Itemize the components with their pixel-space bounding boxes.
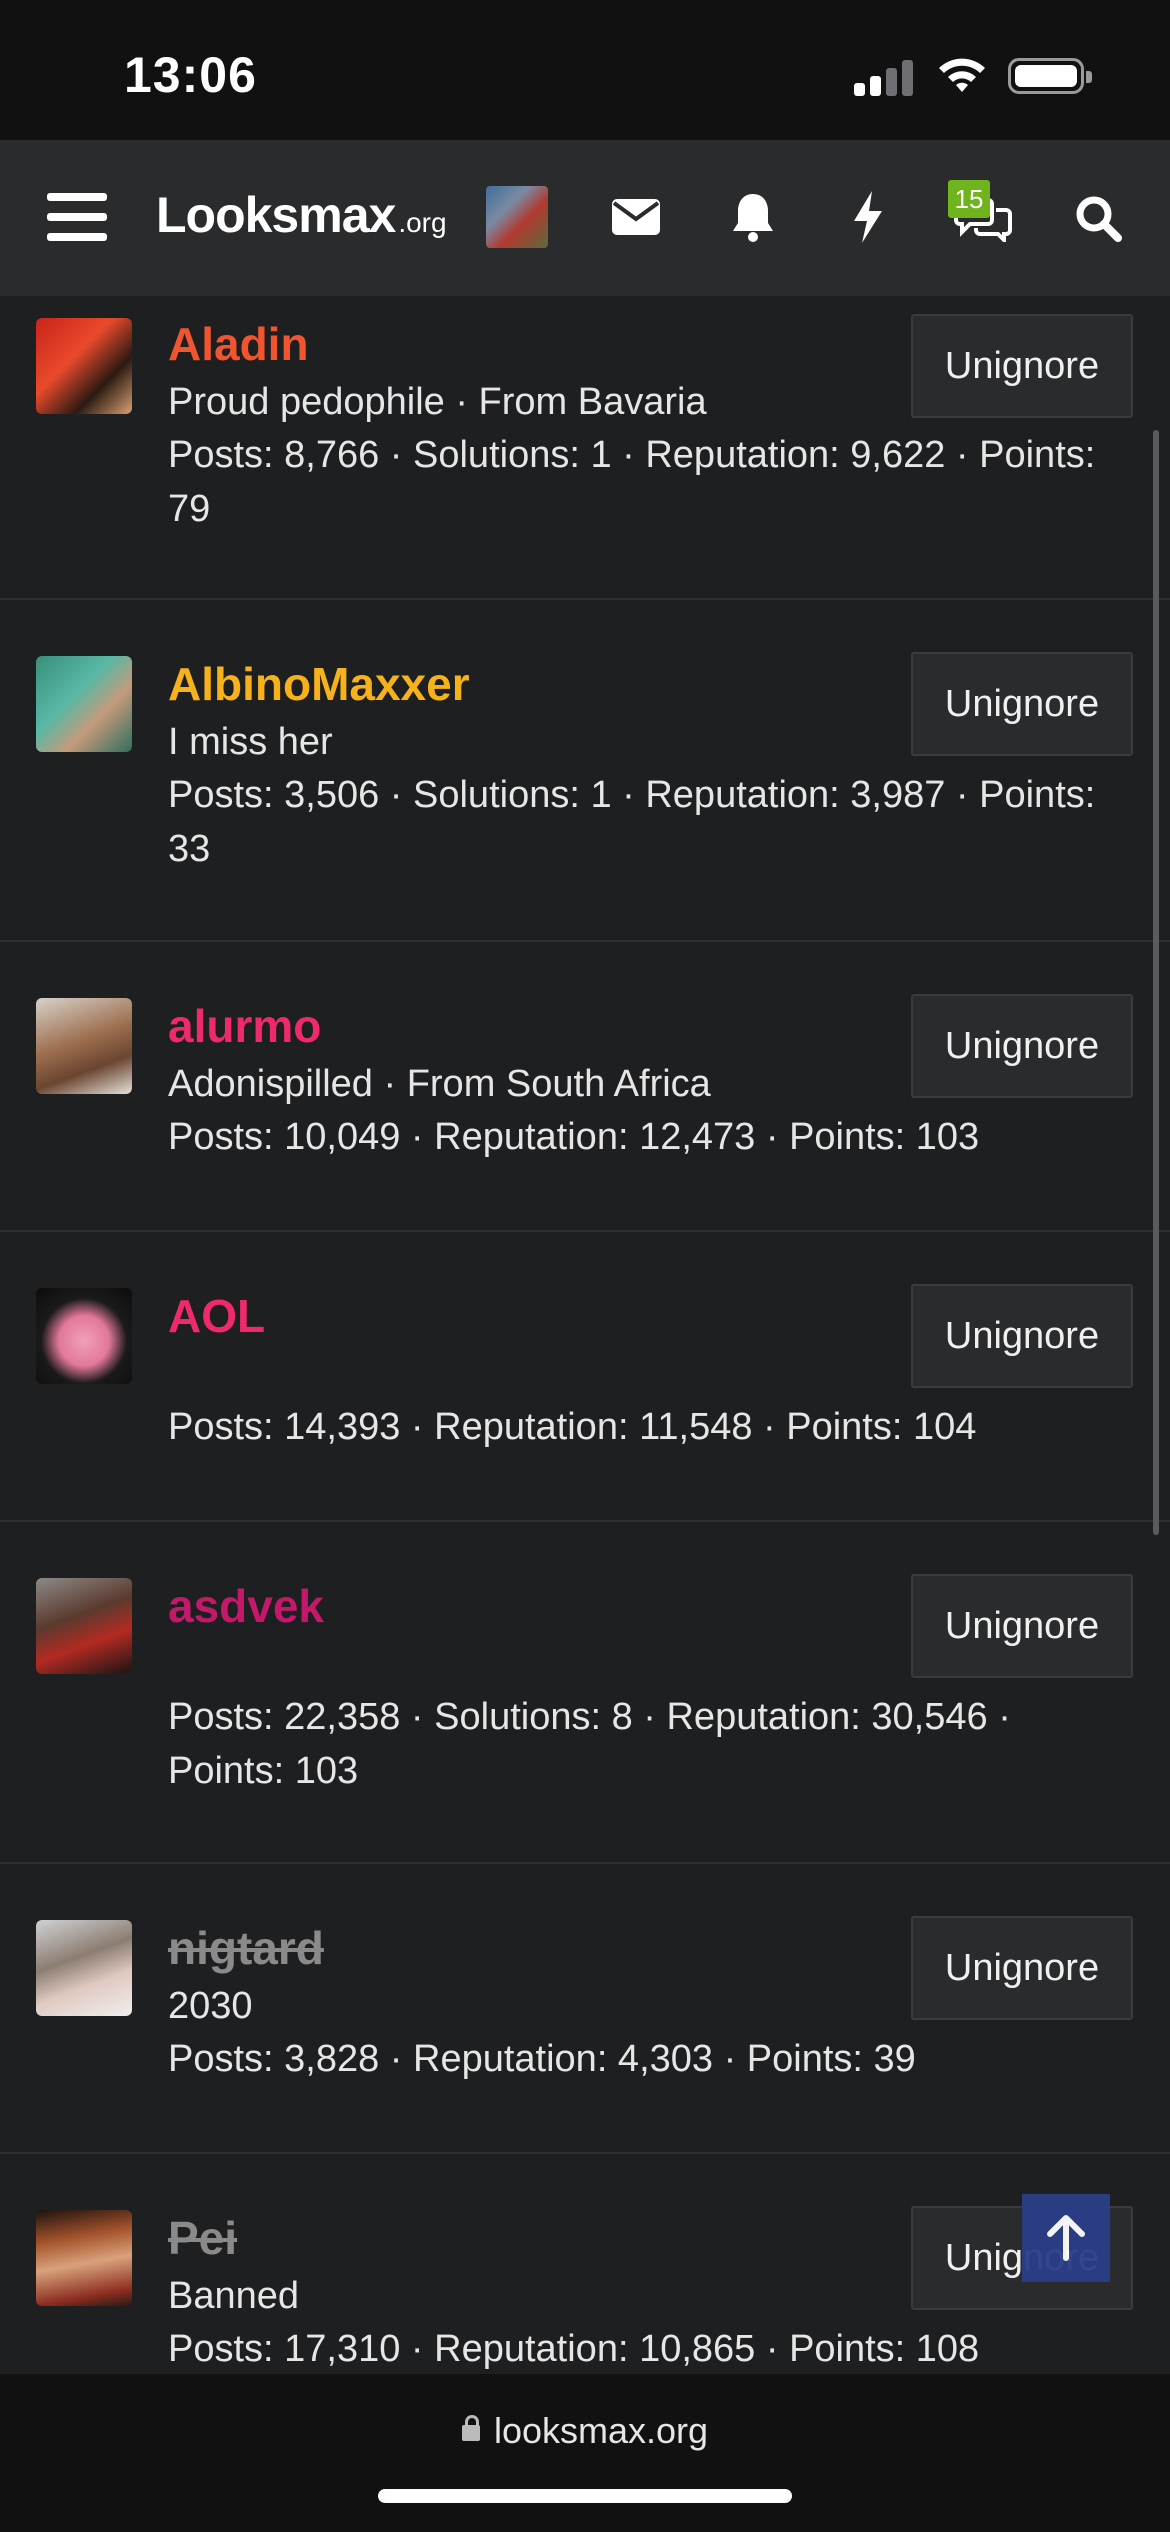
unignore-button[interactable]: Unignore [911,994,1133,1098]
unignore-button[interactable]: Unignore [911,314,1133,418]
user-stats: Posts: 3,828 · Reputation: 4,303 · Point… [168,2038,916,2080]
list-item: Aladin Proud pedophile · From Bavaria Po… [0,296,1170,600]
username-link[interactable]: nigtard [168,1920,324,1976]
bolt-icon[interactable] [848,188,888,246]
list-item: AOL Posts: 14,393 · Reputation: 11,548 ·… [0,1232,1170,1522]
list-item: nigtard 2030 Posts: 3,828 · Reputation: … [0,1864,1170,2154]
user-stats: Posts: 8,766 · Solutions: 1 · Reputation… [168,434,1096,530]
user-title: Adonispilled · From South Africa [168,1063,711,1105]
username-link[interactable]: alurmo [168,998,321,1054]
avatar[interactable] [36,318,132,414]
user-stats: Posts: 17,310 · Reputation: 10,865 · Poi… [168,2328,980,2370]
status-time: 13:06 [124,47,257,103]
username-link[interactable]: AOL [168,1288,265,1344]
unignore-button[interactable]: Unignore [911,1574,1133,1678]
list-item: alurmo Adonispilled · From South Africa … [0,942,1170,1232]
browser-bottom-bar [0,2374,1170,2532]
logo-suffix: .org [398,207,447,238]
home-indicator[interactable] [378,2489,792,2503]
ignored-members-list: Aladin Proud pedophile · From Bavaria Po… [0,296,1170,2374]
url-text: looksmax.org [493,2410,709,2451]
logo-text: Looksmax [156,187,396,243]
page-scrollbar[interactable] [1153,430,1159,1535]
site-logo[interactable]: Looksmax .org [156,186,447,246]
list-item: asdvek Posts: 22,358 · Solutions: 8 · Re… [0,1522,1170,1864]
unignore-button[interactable]: Unignore [911,652,1133,756]
status-bar: 13:06 [0,0,1170,140]
user-stats: Posts: 3,506 · Solutions: 1 · Reputation… [168,774,1096,870]
battery-icon [1008,58,1092,94]
list-item: AlbinoMaxxer I miss her Posts: 3,506 · S… [0,600,1170,942]
address-bar[interactable]: looksmax.org [0,2410,1170,2452]
user-stats: Posts: 10,049 · Reputation: 12,473 · Poi… [168,1116,980,1158]
user-title: 2030 [168,1985,253,2027]
cellular-signal-icon [854,56,914,96]
envelope-icon[interactable] [610,194,662,240]
username-link[interactable]: Aladin [168,316,309,372]
scroll-to-top-button[interactable] [1022,2194,1110,2282]
wifi-icon [939,58,985,92]
user-avatar[interactable] [486,186,548,248]
arrow-up-icon [1047,2215,1085,2261]
user-title: I miss her [168,721,333,763]
user-stats: Posts: 22,358 · Solutions: 8 · Reputatio… [168,1696,1011,1792]
search-icon[interactable] [1072,192,1124,244]
avatar[interactable] [36,1578,132,1674]
bell-icon[interactable] [728,190,778,244]
avatar[interactable] [36,1288,132,1384]
unignore-button[interactable]: Unignore [911,1284,1133,1388]
username-link[interactable]: AlbinoMaxxer [168,656,470,712]
avatar[interactable] [36,1920,132,2016]
menu-icon[interactable] [44,188,110,246]
lock-icon [461,2415,480,2441]
list-item: Pei Banned Posts: 17,310 · Reputation: 1… [0,2154,1170,2374]
username-link[interactable]: Pei [168,2210,237,2266]
conversations-badge: 15 [948,180,990,218]
avatar[interactable] [36,656,132,752]
avatar[interactable] [36,998,132,1094]
avatar[interactable] [36,2210,132,2306]
user-title: Banned [168,2275,300,2317]
unignore-button[interactable]: Unignore [911,1916,1133,2020]
user-stats: Posts: 14,393 · Reputation: 11,548 · Poi… [168,1406,977,1448]
username-link[interactable]: asdvek [168,1578,324,1634]
user-title: Proud pedophile · From Bavaria [168,381,707,423]
